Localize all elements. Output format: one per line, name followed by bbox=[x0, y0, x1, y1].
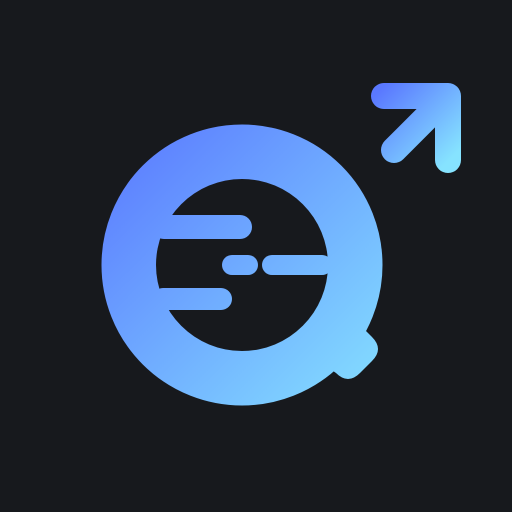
app-icon-canvas bbox=[0, 0, 512, 512]
app-icon-logo bbox=[101, 83, 461, 406]
speed-line-middle-long bbox=[262, 255, 332, 275]
arrow-up-right-icon bbox=[371, 83, 461, 173]
speed-line-middle-short bbox=[222, 255, 258, 275]
speed-line-top bbox=[152, 215, 252, 239]
speed-line-bottom bbox=[152, 288, 232, 310]
